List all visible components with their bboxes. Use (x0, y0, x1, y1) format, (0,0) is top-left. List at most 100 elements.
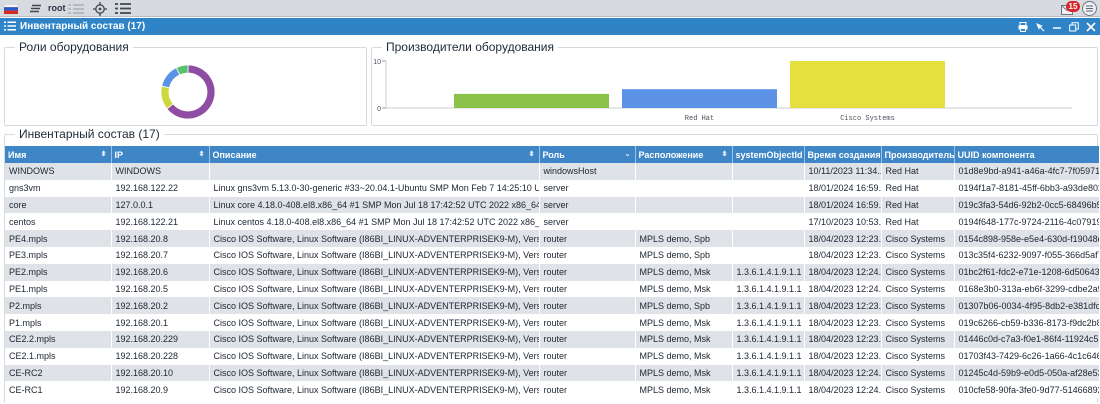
minimize-icon[interactable] (1052, 22, 1062, 32)
table-cell: 0154c898-958e-e5e4-630d-f19048dde (954, 230, 1099, 247)
table-cell: Cisco Systems (881, 263, 955, 281)
sort-icon[interactable]: ⌄ (625, 146, 631, 163)
column-header[interactable]: systemObjectId (732, 146, 805, 163)
list-icon-faded[interactable] (68, 0, 84, 17)
column-header[interactable]: Роль ⌄ (539, 146, 636, 163)
bar-2[interactable] (790, 61, 945, 108)
vendors-bar-chart: 0 10 Red Hat Cisco Systems (373, 59, 1072, 123)
main-menu-button[interactable] (1082, 1, 1097, 16)
table-row[interactable]: PE4.mpls 192.168.20.8 Cisco IOS Software, … (5, 230, 1099, 247)
table-cell (732, 196, 805, 214)
print-icon[interactable] (1018, 21, 1028, 32)
table-row[interactable]: PE2.mpls 192.168.20.6 Cisco IOS Software, … (5, 263, 1099, 281)
column-header-label: IP (114, 149, 124, 160)
table-cell: Cisco IOS Software, Linux Software (I86B… (209, 246, 540, 264)
table-cell: 01bc2f61-fdc2-e71e-1208-6d5064301 (954, 263, 1099, 281)
table-body: WINDOWS WINDOWS windowsHost 10/11/2023 11:3… (5, 163, 1099, 399)
table-cell: 01d8e9bd-a941-a46a-4fc7-7f059713b (954, 163, 1099, 180)
table-cell: 192.168.20.228 (111, 347, 210, 365)
table-cell: MPLS demo, Msk (635, 314, 733, 331)
restore-icon[interactable] (1069, 21, 1079, 32)
menu-lines-icon[interactable] (30, 0, 42, 17)
table-cell: Cisco IOS Software, Linux Software (I86B… (209, 297, 540, 315)
table-cell: 18/04/2023 12:23... (804, 246, 882, 264)
table-cell: Cisco IOS Software, Linux Software (I86B… (209, 347, 540, 365)
table-cell: Cisco IOS Software, Linux Software (I86B… (209, 263, 540, 281)
table-cell: Cisco IOS Software, Linux Software (I86B… (209, 314, 540, 331)
donut-slice-1[interactable] (160, 85, 174, 110)
target-icon[interactable] (93, 0, 107, 17)
table-cell: 18/04/2023 12:23... (804, 314, 882, 331)
sort-icon[interactable]: ⬍ (101, 146, 107, 163)
table-cell (732, 246, 805, 264)
inventory-table-container[interactable]: Имя ⬍ IP ⬍ Описание ⬍ Роль ⌄ Расположение ⬍ system… (5, 146, 1099, 404)
flag-icon[interactable] (4, 0, 18, 17)
table-row[interactable]: CE-RC2 192.168.20.10 Cisco IOS Software, L… (5, 364, 1099, 382)
table-cell: Cisco IOS Software, Linux Software (I86B… (209, 381, 540, 399)
table-row[interactable]: gns3vm 192.168.122.22 Linux gns3vm 5.13.0-… (5, 179, 1099, 197)
close-icon[interactable] (1086, 21, 1096, 32)
table-cell: MPLS demo, Spb (635, 230, 733, 247)
table-cell: Cisco Systems (881, 246, 955, 264)
column-header[interactable]: Описание ⬍ (209, 146, 540, 163)
table-row[interactable]: PE1.mpls 192.168.20.5 Cisco IOS Software, … (5, 280, 1099, 298)
column-header-label: Производитель (884, 149, 954, 160)
column-header[interactable]: Имя ⬍ (5, 146, 112, 163)
table-cell: 18/04/2023 12:24... (804, 364, 882, 382)
table-cell (635, 196, 733, 214)
table-cell: WINDOWS (111, 163, 210, 180)
donut-slice-2[interactable] (161, 67, 181, 89)
table-cell (732, 179, 805, 197)
table-cell: Cisco Systems (881, 280, 955, 298)
table-cell: 1.3.6.1.4.1.9.1.1 (732, 364, 805, 382)
table-cell: gns3vm (5, 179, 112, 197)
table-cell: 1.3.6.1.4.1.9.1.1 (732, 314, 805, 331)
notifications-button[interactable]: 15 (1061, 1, 1081, 16)
table-cell: Cisco Systems (881, 314, 955, 331)
table-cell: PE2.mpls (5, 263, 112, 281)
user-label[interactable]: root (48, 0, 66, 17)
pin-icon[interactable] (1035, 22, 1045, 32)
table-cell: MPLS demo, Msk (635, 364, 733, 382)
table-cell (732, 230, 805, 247)
table-cell: 192.168.20.7 (111, 246, 210, 264)
sort-icon[interactable]: ⬍ (722, 146, 728, 163)
table-cell: Red Hat (881, 179, 955, 197)
table-cell: router (539, 280, 636, 298)
table-row[interactable]: centos 192.168.122.21 Linux centos 4.18.0-… (5, 213, 1099, 231)
table-cell: MPLS demo, Msk (635, 381, 733, 399)
column-header[interactable]: Производитель (881, 146, 955, 163)
table-cell: 18/01/2024 16:59... (804, 179, 882, 197)
table-cell: 192.168.122.22 (111, 179, 210, 197)
table-row[interactable]: PE3.mpls 192.168.20.7 Cisco IOS Software, … (5, 246, 1099, 264)
column-header-label: Время создания (807, 149, 881, 160)
table-cell: PE1.mpls (5, 280, 112, 298)
table-cell: PE4.mpls (5, 230, 112, 247)
table-row[interactable]: CE-RC1 192.168.20.9 Cisco IOS Software, Li… (5, 381, 1099, 399)
table-cell: PE3.mpls (5, 246, 112, 264)
sort-icon[interactable]: ⬍ (529, 146, 535, 163)
column-header[interactable]: Время создания (804, 146, 882, 163)
table-cell: Red Hat (881, 163, 955, 180)
sort-icon[interactable]: ⬍ (199, 146, 205, 163)
table-cell: core (5, 196, 112, 214)
table-row[interactable]: P2.mpls 192.168.20.2 Cisco IOS Software, L… (5, 297, 1099, 315)
notification-count-badge: 15 (1066, 1, 1080, 12)
list-icon[interactable] (115, 0, 131, 17)
column-header[interactable]: UUID компонента (954, 146, 1099, 163)
table-row[interactable]: CE2.1.mpls 192.168.20.228 Cisco IOS Softwa… (5, 347, 1099, 365)
table-row[interactable]: P1.mpls 192.168.20.1 Cisco IOS Software, L… (5, 314, 1099, 331)
table-row[interactable]: CE2.2.mpls 192.168.20.229 Cisco IOS Softwa… (5, 330, 1099, 348)
table-row[interactable]: WINDOWS WINDOWS windowsHost 10/11/2023 11:3… (5, 163, 1099, 180)
table-row[interactable]: core 127.0.0.1 Linux core 4.18.0-408.el8.x… (5, 196, 1099, 214)
inventory-panel: Инвентарный состав (17) Имя ⬍ IP ⬍ Описание ⬍… (4, 126, 1099, 404)
x-category-label: Cisco Systems (840, 115, 895, 123)
bar-0[interactable] (454, 93, 609, 108)
table-cell: router (539, 230, 636, 247)
column-header[interactable]: IP ⬍ (111, 146, 210, 163)
bar-1[interactable] (622, 89, 777, 108)
table-cell: 192.168.20.5 (111, 280, 210, 298)
table-cell: router (539, 314, 636, 331)
column-header[interactable]: Расположение ⬍ (635, 146, 733, 163)
table-cell: Red Hat (881, 196, 955, 214)
